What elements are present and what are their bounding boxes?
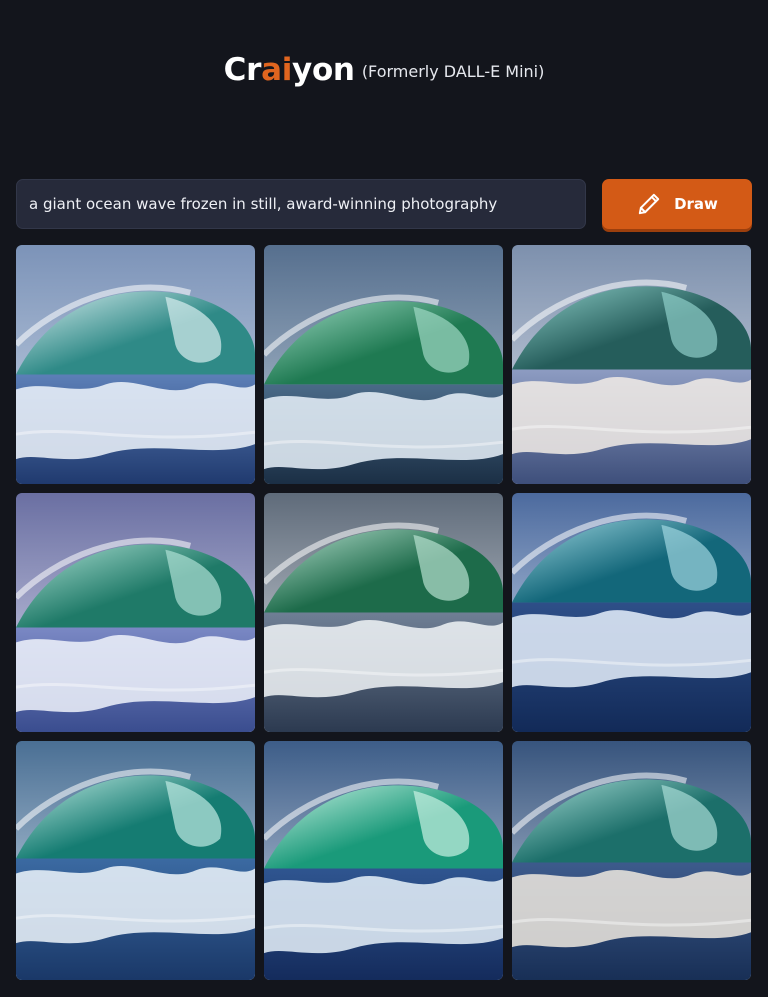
logo-accent: ai [261, 52, 293, 88]
draw-button-label: Draw [674, 195, 718, 213]
generated-image-1[interactable] [16, 245, 255, 484]
generated-image-5[interactable] [264, 493, 503, 732]
craiyon-logo[interactable]: Craiyon [224, 52, 355, 88]
generated-image-2[interactable] [264, 245, 503, 484]
wave-image [264, 741, 503, 980]
wave-image [512, 493, 751, 732]
pencil-icon [636, 191, 662, 217]
generated-image-9[interactable] [512, 741, 751, 980]
generated-image-4[interactable] [16, 493, 255, 732]
tagline: (Formerly DALL-E Mini) [361, 62, 545, 81]
generated-image-6[interactable] [512, 493, 751, 732]
generated-image-7[interactable] [16, 741, 255, 980]
site-header: Craiyon (Formerly DALL-E Mini) [0, 52, 768, 88]
wave-image [16, 245, 255, 484]
generated-image-8[interactable] [264, 741, 503, 980]
logo-suffix: yon [292, 52, 355, 88]
draw-button[interactable]: Draw [602, 179, 752, 229]
results-grid [16, 245, 752, 981]
prompt-input[interactable]: a giant ocean wave frozen in still, awar… [16, 179, 586, 229]
craiyon-page: Craiyon (Formerly DALL-E Mini) a giant o… [0, 0, 768, 997]
wave-image [16, 493, 255, 732]
wave-image [16, 741, 255, 980]
wave-image [512, 741, 751, 980]
wave-image [264, 493, 503, 732]
wave-image [264, 245, 503, 484]
wave-image [512, 245, 751, 484]
generated-image-3[interactable] [512, 245, 751, 484]
logo-prefix: Cr [223, 52, 262, 88]
